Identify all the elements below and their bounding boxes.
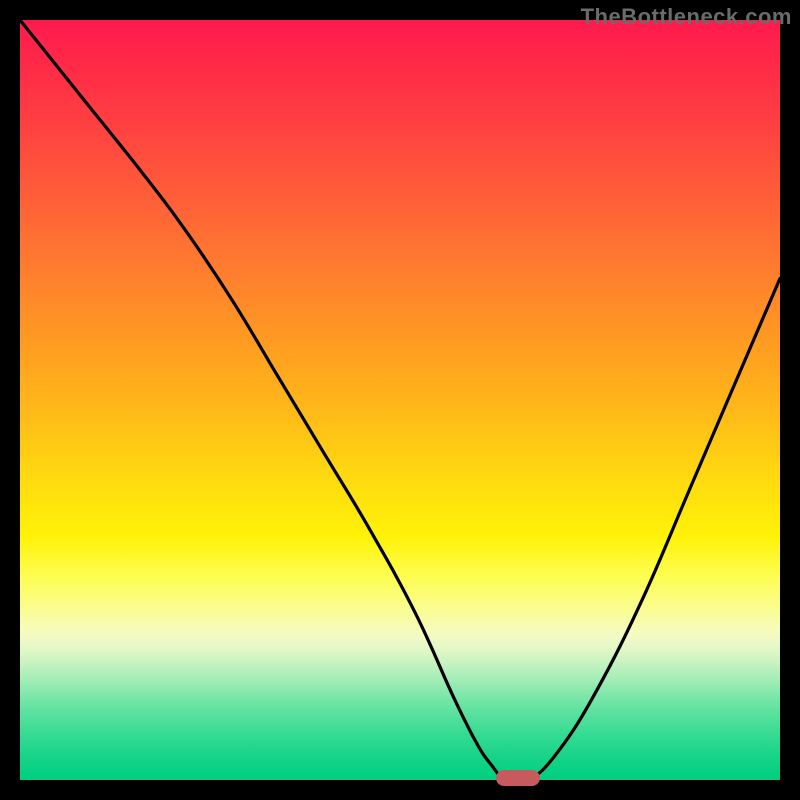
watermark-text: TheBottleneck.com (581, 4, 792, 30)
bottleneck-curve (20, 20, 780, 784)
chart-frame: TheBottleneck.com (0, 0, 800, 800)
curve-layer (20, 20, 780, 780)
optimal-marker (496, 770, 540, 786)
